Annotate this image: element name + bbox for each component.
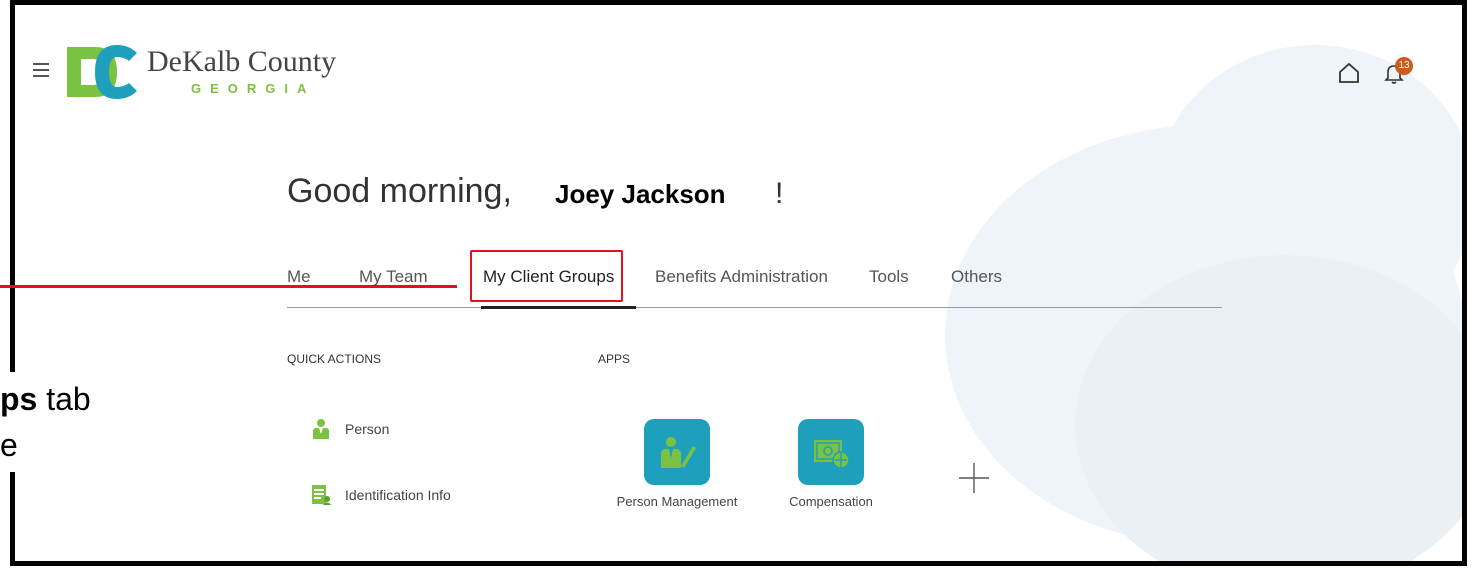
money-icon — [814, 440, 850, 469]
callout-bold-text: ps — [0, 381, 38, 417]
org-name: DeKalb County — [147, 45, 337, 78]
tab-tools[interactable]: Tools — [869, 267, 909, 287]
tab-benefits-administration[interactable]: Benefits Administration — [655, 267, 828, 287]
apps-heading: APPS — [598, 352, 631, 366]
active-tab-indicator — [481, 306, 636, 309]
quick-action-label: Identification Info — [345, 487, 451, 503]
greeting-text: Good morning, — [287, 172, 512, 210]
app-label: Compensation — [789, 494, 873, 509]
callout-text: tab — [37, 381, 91, 417]
callout-annotation: ps tab e — [0, 372, 99, 472]
tab-my-team[interactable]: My Team — [359, 267, 428, 287]
quick-action-person[interactable]: Person — [311, 418, 389, 440]
app-label: Person Management — [616, 494, 738, 509]
tab-others[interactable]: Others — [951, 267, 1002, 287]
notification-badge: 13 — [1395, 57, 1413, 75]
org-subtitle: GEORGIA — [191, 81, 316, 96]
app-window: DeKalb County GEORGIA 13 Good morning, J… — [10, 0, 1467, 566]
app-tile — [644, 419, 710, 485]
person-icon — [313, 419, 329, 439]
quick-action-label: Person — [345, 421, 390, 437]
add-app-icon[interactable] — [957, 461, 991, 495]
app-person-management[interactable]: Person Management — [612, 419, 742, 511]
home-icon[interactable] — [1337, 61, 1361, 85]
person-edit-icon — [661, 437, 696, 468]
hamburger-menu-icon[interactable] — [33, 63, 49, 77]
app-tile — [798, 419, 864, 485]
greeting-punctuation: ! — [775, 177, 784, 210]
greeting-user-name: Joey Jackson — [555, 179, 726, 209]
tab-me[interactable]: Me — [287, 267, 311, 287]
dekalb-logo-icon[interactable] — [65, 43, 139, 101]
tab-highlight-box — [470, 250, 623, 302]
callout-pointer-line — [0, 285, 457, 288]
tab-divider — [287, 307, 1222, 308]
top-bar: DeKalb County GEORGIA 13 — [15, 5, 1462, 99]
app-compensation[interactable]: Compensation — [766, 419, 896, 511]
quick-actions-heading: QUICK ACTIONS — [287, 352, 382, 366]
id-document-icon — [312, 485, 331, 505]
callout-text-line2: e — [0, 427, 18, 463]
quick-action-identification-info[interactable]: Identification Info — [311, 484, 451, 506]
tab-bar: Me My Team My Client Groups Benefits Adm… — [287, 267, 1222, 309]
